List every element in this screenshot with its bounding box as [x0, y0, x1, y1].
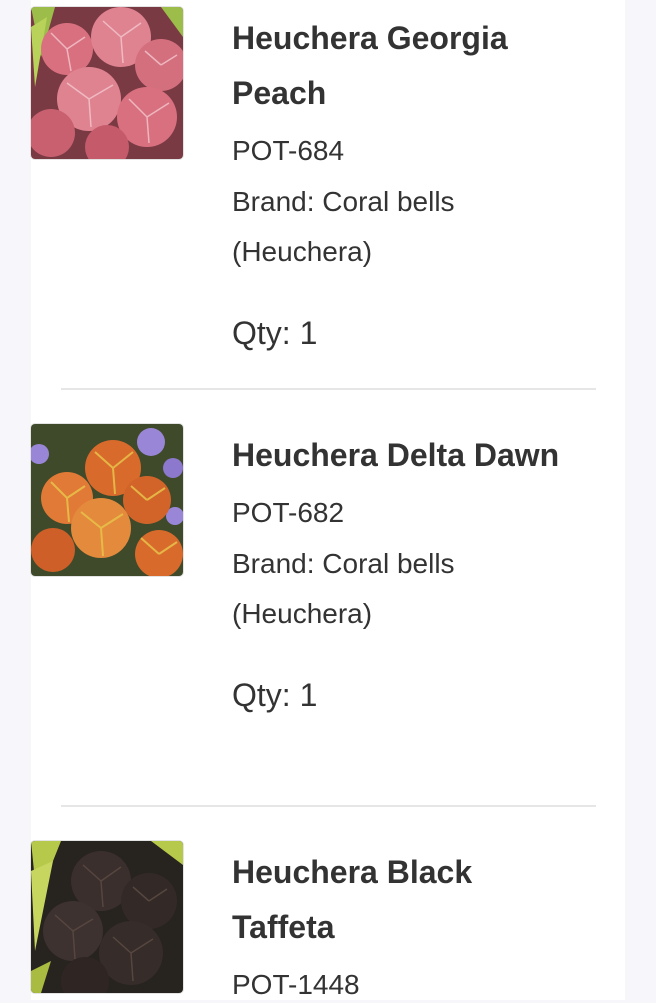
- product-image-black-taffeta: [31, 841, 183, 993]
- product-thumbnail[interactable]: [31, 7, 183, 159]
- product-qty: Qty: 1: [232, 315, 318, 351]
- product-image-delta-dawn: [31, 424, 183, 576]
- product-brand: Brand: Coral bells (Heuchera): [232, 186, 455, 267]
- product-sku: POT-682: [232, 497, 345, 528]
- item-divider: [61, 388, 596, 390]
- product-name[interactable]: Heuchera Georgia Peach: [232, 11, 562, 121]
- product-thumbnail[interactable]: [31, 424, 183, 576]
- product-name[interactable]: Heuchera Delta Dawn: [232, 428, 562, 483]
- product-info: Heuchera Black Taffeta POT-1448: [232, 841, 562, 1003]
- product-info: Heuchera Delta Dawn POT-682 Brand: Coral…: [232, 424, 562, 715]
- product-qty: Qty: 1: [232, 677, 318, 713]
- product-image-georgia-peach: [31, 7, 183, 159]
- product-name[interactable]: Heuchera Black Taffeta: [232, 845, 562, 955]
- product-brand: Brand: Coral bells (Heuchera): [232, 548, 455, 629]
- product-info: Heuchera Georgia Peach POT-684 Brand: Co…: [232, 7, 562, 353]
- product-thumbnail[interactable]: [31, 841, 183, 993]
- product-sku: POT-1448: [232, 969, 360, 1000]
- item-divider: [61, 805, 596, 807]
- product-sku: POT-684: [232, 135, 345, 166]
